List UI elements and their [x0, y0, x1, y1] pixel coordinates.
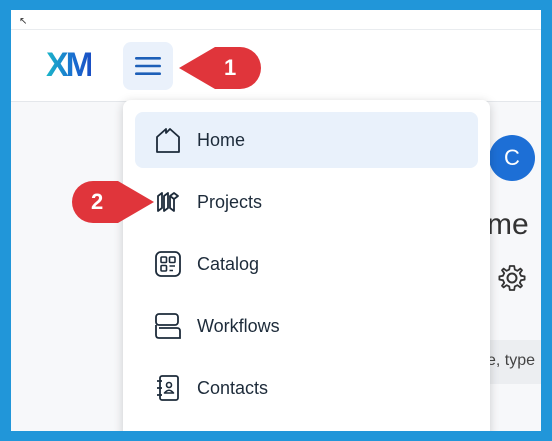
top-strip: ↖	[11, 10, 541, 30]
workflows-icon	[155, 313, 181, 339]
menu-item-label: Contacts	[197, 377, 269, 398]
contacts-icon	[157, 375, 179, 401]
page-heading-fragment: me	[487, 208, 529, 241]
menu-item-projects[interactable]: Projects	[135, 174, 478, 230]
menu-item-contacts[interactable]: Contacts	[135, 360, 478, 416]
callout-1: 1	[177, 43, 265, 93]
catalog-icon	[155, 251, 181, 277]
menu-item-home[interactable]: Home	[135, 112, 478, 168]
menu-item-catalog[interactable]: Catalog	[135, 236, 478, 292]
menu-item-workflows[interactable]: Workflows	[135, 298, 478, 354]
callout-number: 1	[224, 55, 237, 80]
xm-logo[interactable]: XM	[46, 46, 94, 84]
callout-marker-1	[179, 47, 261, 89]
app-screen: ↖ XM C me e, type Home Projects Catalog …	[11, 10, 541, 431]
callout-marker-2	[72, 181, 154, 223]
callout-number: 2	[91, 189, 104, 214]
search-placeholder-fragment: e, type	[487, 352, 536, 369]
callout-2: 2	[68, 177, 156, 227]
projects-icon	[157, 192, 179, 212]
app-header: XM	[11, 30, 541, 102]
nav-dropdown-menu: Home Projects Catalog Workflows Contacts	[123, 100, 490, 431]
user-avatar[interactable]: C	[489, 135, 535, 181]
menu-item-label: Home	[197, 129, 246, 150]
home-icon	[156, 128, 180, 153]
menu-item-label: Catalog	[197, 253, 260, 274]
hamburger-icon	[135, 57, 161, 75]
search-field-fragment[interactable]: e, type	[481, 340, 541, 384]
cursor-icon: ↖	[19, 16, 28, 27]
main-menu-button[interactable]	[123, 42, 173, 90]
gear-icon[interactable]	[497, 263, 527, 293]
menu-item-label: Workflows	[197, 315, 280, 336]
menu-item-label: Projects	[197, 191, 263, 212]
